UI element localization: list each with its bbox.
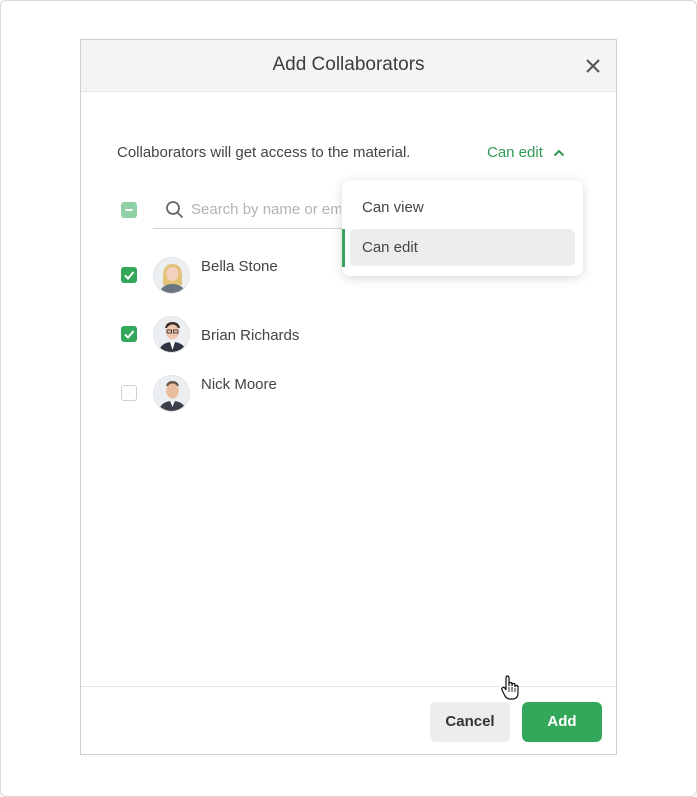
- collaborator-checkbox[interactable]: [121, 326, 137, 342]
- dialog-title: Add Collaborators: [272, 54, 425, 75]
- avatar: [153, 316, 190, 353]
- dropdown-option-can-view[interactable]: Can view: [350, 189, 575, 226]
- selected-option-indicator: [342, 229, 345, 267]
- close-button[interactable]: [582, 55, 604, 77]
- collaborator-row[interactable]: Brian Richards: [81, 315, 616, 355]
- info-text: Collaborators will get access to the mat…: [117, 144, 411, 161]
- dropdown-option-can-edit[interactable]: Can edit: [350, 229, 575, 266]
- search-input[interactable]: [191, 198, 341, 220]
- check-icon: [124, 271, 135, 280]
- cancel-button[interactable]: Cancel: [430, 702, 510, 742]
- collaborator-name: Bella Stone: [201, 258, 278, 275]
- avatar: [153, 375, 190, 412]
- search-field[interactable]: [153, 192, 343, 229]
- search-icon: [166, 201, 184, 219]
- avatar: [153, 257, 190, 294]
- collaborator-row[interactable]: Nick Moore: [81, 374, 616, 414]
- chevron-up-icon: [553, 149, 565, 156]
- permission-toggle-label: Can edit: [487, 144, 543, 161]
- dialog-header: Add Collaborators: [81, 40, 616, 92]
- collaborator-name: Nick Moore: [201, 376, 277, 393]
- add-button[interactable]: Add: [522, 702, 602, 742]
- check-icon: [124, 330, 135, 339]
- collaborator-checkbox[interactable]: [121, 267, 137, 283]
- add-collaborators-dialog: Add Collaborators Collaborators will get…: [80, 39, 617, 755]
- minus-icon: [125, 209, 133, 211]
- close-icon: [586, 59, 600, 73]
- hand-cursor-icon: [501, 675, 519, 700]
- collaborator-name: Brian Richards: [201, 327, 300, 344]
- permission-toggle[interactable]: Can edit: [487, 144, 565, 161]
- collaborator-checkbox[interactable]: [121, 385, 137, 401]
- permission-dropdown: Can view Can edit: [342, 180, 583, 276]
- dialog-footer: Cancel Add: [81, 686, 616, 754]
- select-all-checkbox[interactable]: [121, 202, 137, 218]
